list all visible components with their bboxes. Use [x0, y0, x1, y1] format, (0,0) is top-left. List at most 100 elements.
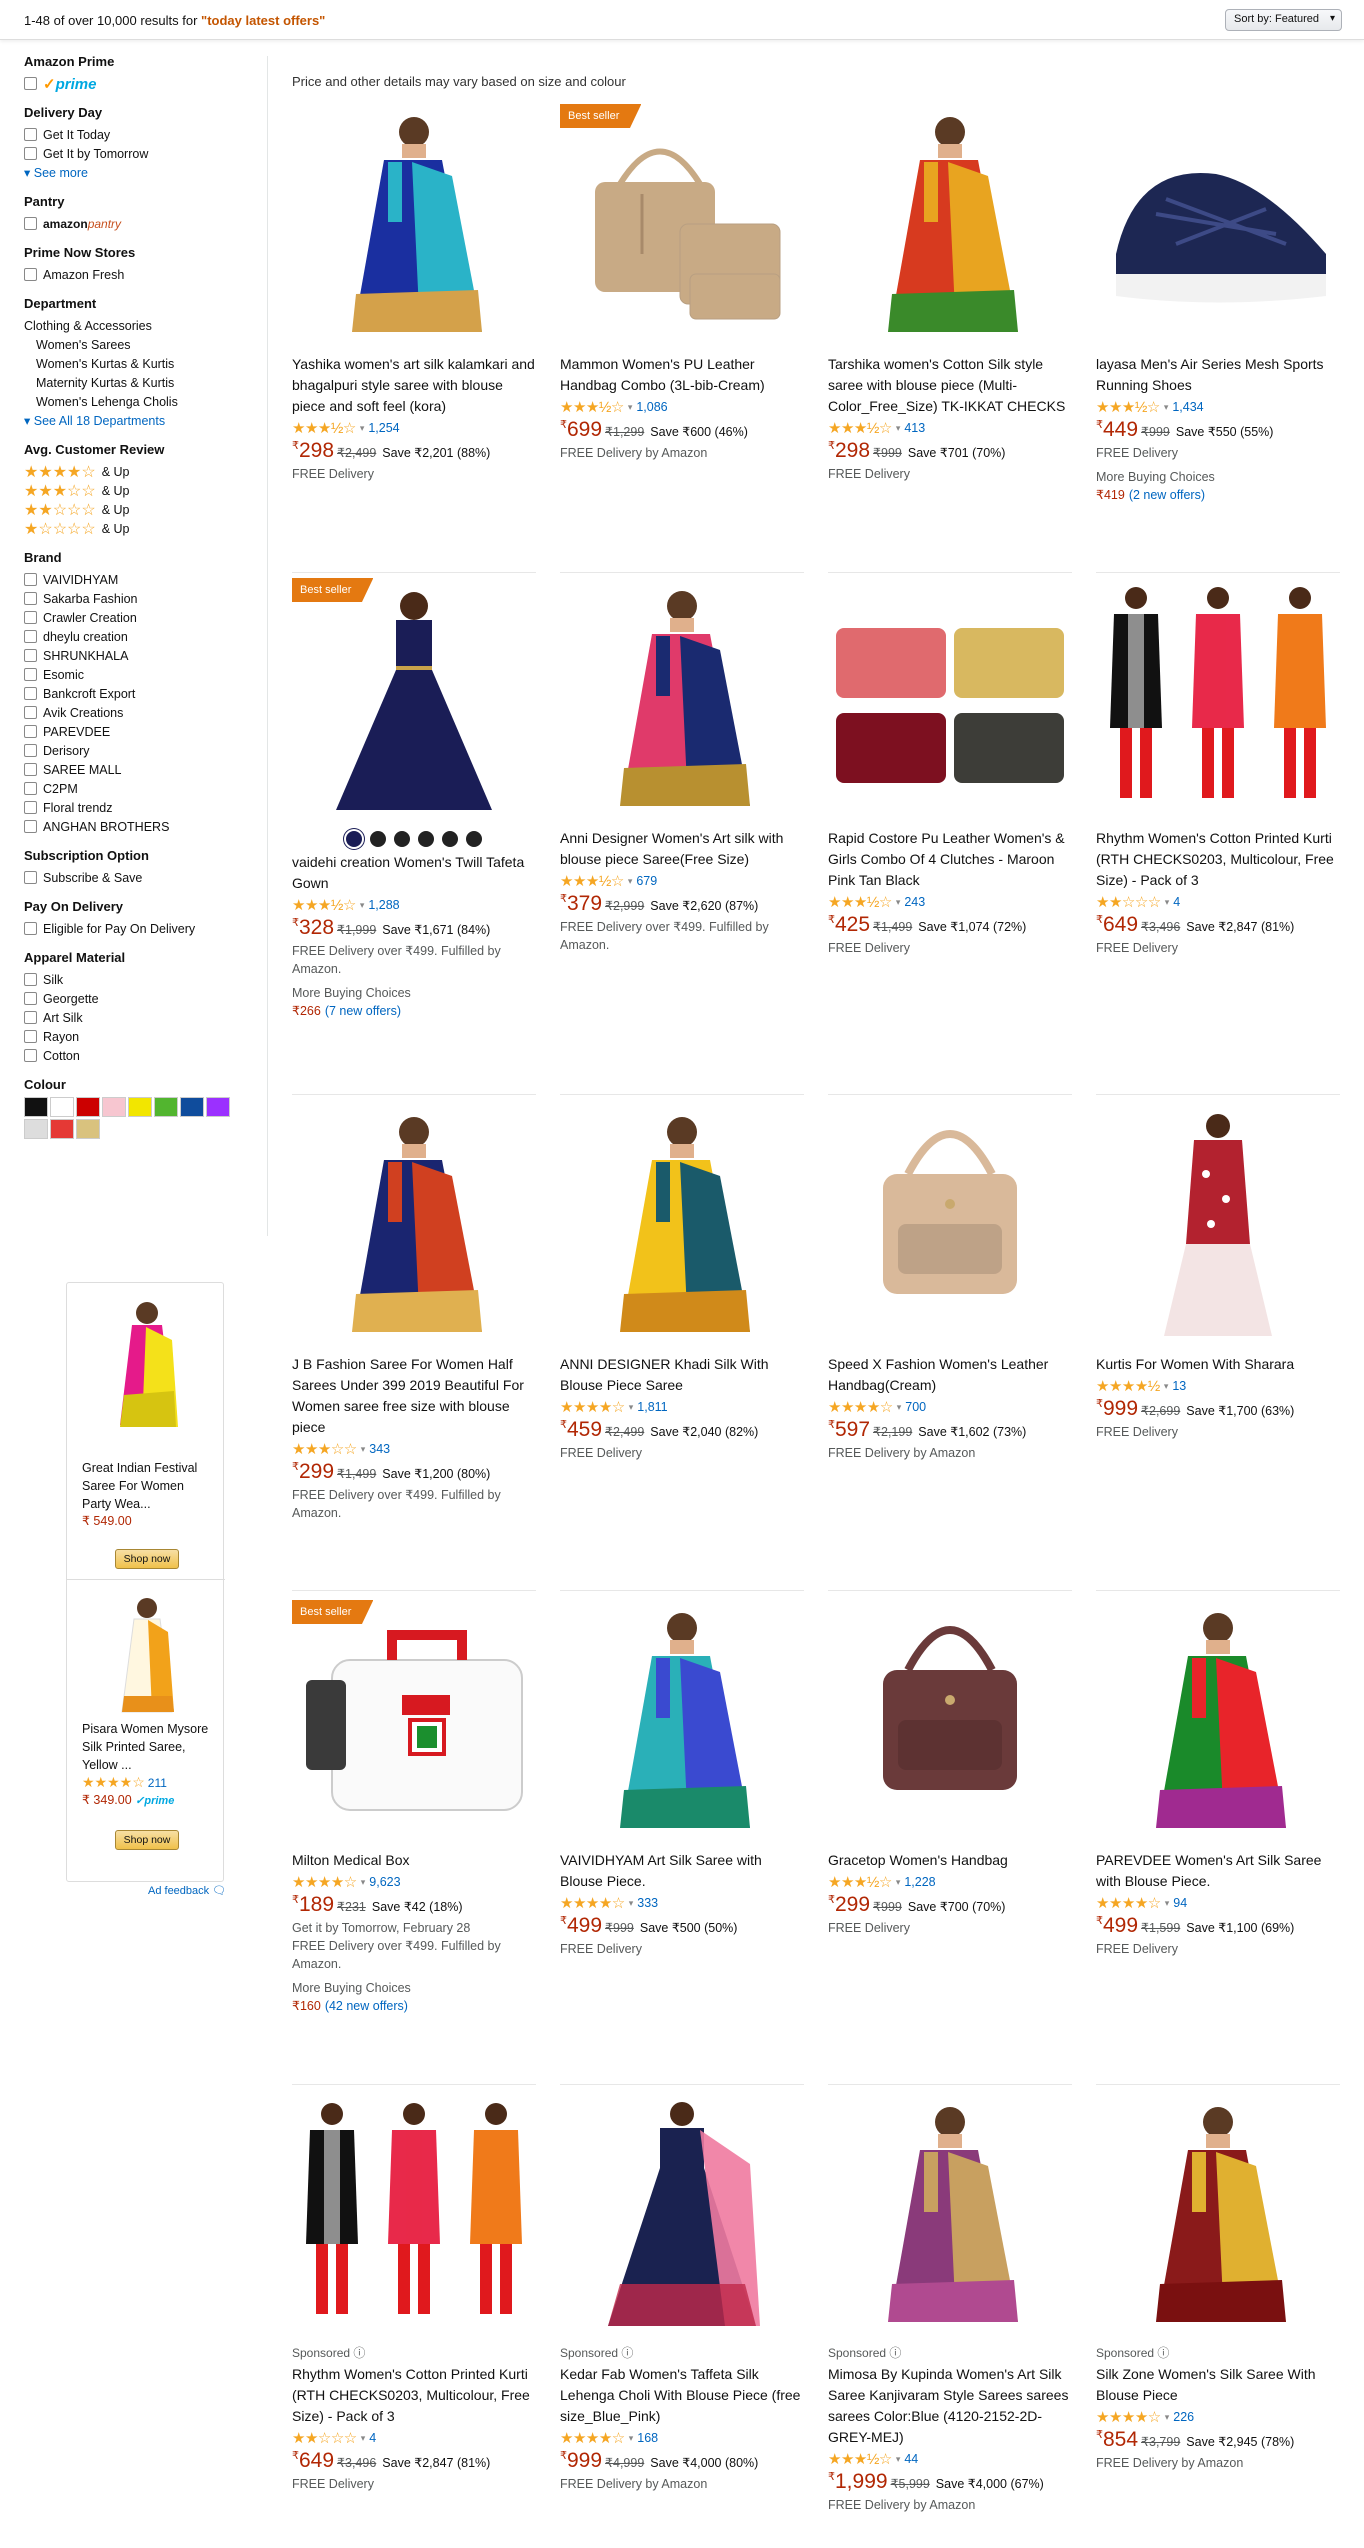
- checkbox[interactable]: [24, 871, 37, 884]
- department-item[interactable]: Women's Lehenga Cholis: [24, 392, 264, 411]
- colour-variant-swatch[interactable]: [466, 831, 482, 847]
- product-price[interactable]: ₹189: [292, 1893, 334, 1917]
- checkbox[interactable]: [24, 782, 37, 795]
- shop-now-button[interactable]: Shop now: [115, 1830, 179, 1850]
- colour-swatch[interactable]: [180, 1097, 204, 1117]
- prime-filter[interactable]: ✓prime: [24, 74, 264, 93]
- colour-variant-swatch[interactable]: [394, 831, 410, 847]
- product-price[interactable]: ₹999: [1096, 1397, 1138, 1421]
- checkbox[interactable]: [24, 922, 37, 935]
- filter-option[interactable]: Georgette: [24, 989, 264, 1008]
- product-title[interactable]: layasa Men's Air Series Mesh Sports Runn…: [1096, 354, 1340, 396]
- rating-count[interactable]: 211: [148, 1776, 167, 1790]
- colour-swatch[interactable]: [50, 1119, 74, 1139]
- checkbox[interactable]: [24, 1030, 37, 1043]
- chevron-down-icon[interactable]: ▾: [1164, 402, 1169, 413]
- product-image[interactable]: [560, 1104, 804, 1344]
- rating-count[interactable]: 1,086: [636, 400, 667, 414]
- checkbox[interactable]: [24, 649, 37, 662]
- product-title[interactable]: Kedar Fab Women's Taffeta Silk Lehenga C…: [560, 2364, 804, 2427]
- product-title[interactable]: Gracetop Women's Handbag: [828, 1850, 1072, 1871]
- star-rating-icon[interactable]: ★★★★½: [1096, 1377, 1160, 1395]
- ad-feedback-link[interactable]: Ad feedback 🗨: [148, 1884, 226, 1897]
- ad-title[interactable]: Pisara Women Mysore Silk Printed Saree, …: [82, 1720, 212, 1774]
- product-price[interactable]: ₹449: [1096, 418, 1138, 442]
- rating-count[interactable]: 243: [904, 895, 925, 909]
- saree-product-image[interactable]: [102, 1295, 192, 1435]
- chevron-down-icon[interactable]: ▾: [629, 1402, 634, 1413]
- product-image[interactable]: [828, 578, 1072, 818]
- filter-option[interactable]: Amazon Fresh: [24, 265, 264, 284]
- product-title[interactable]: Rhythm Women's Cotton Printed Kurti (RTH…: [1096, 828, 1340, 891]
- filter-option[interactable]: Subscribe & Save: [24, 868, 264, 887]
- saree-product-image[interactable]: [102, 1592, 192, 1717]
- checkbox[interactable]: [24, 1011, 37, 1024]
- chevron-down-icon[interactable]: ▾: [896, 1877, 901, 1888]
- rating-count[interactable]: 343: [369, 1442, 390, 1456]
- filter-option[interactable]: Rayon: [24, 1027, 264, 1046]
- rating-count[interactable]: 700: [905, 1400, 926, 1414]
- rating-filter-4[interactable]: ★★★★☆ & Up: [24, 462, 264, 481]
- filter-option[interactable]: Art Silk: [24, 1008, 264, 1027]
- filter-option[interactable]: Cotton: [24, 1046, 264, 1065]
- filter-option[interactable]: Get It Today: [24, 125, 264, 144]
- filter-option[interactable]: Avik Creations: [24, 703, 264, 722]
- colour-variant-swatch[interactable]: [418, 831, 434, 847]
- checkbox[interactable]: [24, 128, 37, 141]
- product-image[interactable]: [1096, 1600, 1340, 1840]
- filter-option[interactable]: Crawler Creation: [24, 608, 264, 627]
- star-rating-icon[interactable]: ★★★½☆: [828, 2450, 892, 2468]
- product-title[interactable]: Speed X Fashion Women's Leather Handbag(…: [828, 1354, 1072, 1396]
- see-more-link[interactable]: ▾ See more: [24, 163, 264, 182]
- rating-count[interactable]: 413: [904, 421, 925, 435]
- chevron-down-icon[interactable]: ▾: [629, 1898, 634, 1909]
- product-price[interactable]: ₹299: [828, 1893, 870, 1917]
- product-image[interactable]: [828, 104, 1072, 344]
- filter-option[interactable]: Bankcroft Export: [24, 684, 264, 703]
- pantry-filter[interactable]: amazonpantry: [24, 214, 264, 233]
- product-image[interactable]: [292, 578, 536, 818]
- filter-option[interactable]: C2PM: [24, 779, 264, 798]
- star-rating-icon[interactable]: ★★★★☆: [560, 1894, 625, 1912]
- ad-item[interactable]: Pisara Women Mysore Silk Printed Saree, …: [67, 1580, 225, 1880]
- chevron-down-icon[interactable]: ▾: [361, 2433, 366, 2444]
- filter-option[interactable]: Derisory: [24, 741, 264, 760]
- checkbox[interactable]: [24, 1049, 37, 1062]
- chevron-down-icon[interactable]: ▾: [1165, 2412, 1170, 2423]
- filter-option[interactable]: Eligible for Pay On Delivery: [24, 919, 264, 938]
- filter-option[interactable]: Floral trendz: [24, 798, 264, 817]
- product-price[interactable]: ₹298: [828, 439, 870, 463]
- rating-count[interactable]: 168: [637, 2431, 658, 2445]
- rating-count[interactable]: 1,434: [1172, 400, 1203, 414]
- product-image[interactable]: [292, 104, 536, 344]
- product-title[interactable]: J B Fashion Saree For Women Half Sarees …: [292, 1354, 536, 1438]
- product-title[interactable]: vaidehi creation Women's Twill Tafeta Go…: [292, 852, 536, 894]
- product-price[interactable]: ₹499: [560, 1914, 602, 1938]
- chevron-down-icon[interactable]: ▾: [360, 900, 365, 911]
- product-image[interactable]: [292, 1600, 536, 1840]
- rating-count[interactable]: 94: [1173, 1896, 1187, 1910]
- star-rating-icon[interactable]: ★★★½☆: [292, 896, 356, 914]
- rating-filter-2[interactable]: ★★☆☆☆ & Up: [24, 500, 264, 519]
- checkbox[interactable]: [24, 630, 37, 643]
- chevron-down-icon[interactable]: ▾: [896, 2454, 901, 2465]
- department-item[interactable]: Maternity Kurtas & Kurtis: [24, 373, 264, 392]
- product-price[interactable]: ₹1,999: [828, 2470, 888, 2494]
- chevron-down-icon[interactable]: ▾: [1165, 1898, 1170, 1909]
- rating-count[interactable]: 226: [1173, 2410, 1194, 2424]
- colour-variant-swatch[interactable]: [370, 831, 386, 847]
- product-price[interactable]: ₹425: [828, 913, 870, 937]
- filter-option[interactable]: SHRUNKHALA: [24, 646, 264, 665]
- product-title[interactable]: Silk Zone Women's Silk Saree With Blouse…: [1096, 2364, 1340, 2406]
- new-offers-link[interactable]: (7 new offers): [325, 1004, 401, 1018]
- checkbox[interactable]: [24, 611, 37, 624]
- chevron-down-icon[interactable]: ▾: [1164, 1381, 1169, 1392]
- product-title[interactable]: PAREVDEE Women's Art Silk Saree with Blo…: [1096, 1850, 1340, 1892]
- checkbox[interactable]: [24, 77, 37, 90]
- checkbox[interactable]: [24, 268, 37, 281]
- checkbox[interactable]: [24, 973, 37, 986]
- filter-option[interactable]: Get It by Tomorrow: [24, 144, 264, 163]
- product-title[interactable]: Tarshika women's Cotton Silk style saree…: [828, 354, 1072, 417]
- filter-option[interactable]: PAREVDEE: [24, 722, 264, 741]
- star-rating-icon[interactable]: ★★★½☆: [828, 893, 892, 911]
